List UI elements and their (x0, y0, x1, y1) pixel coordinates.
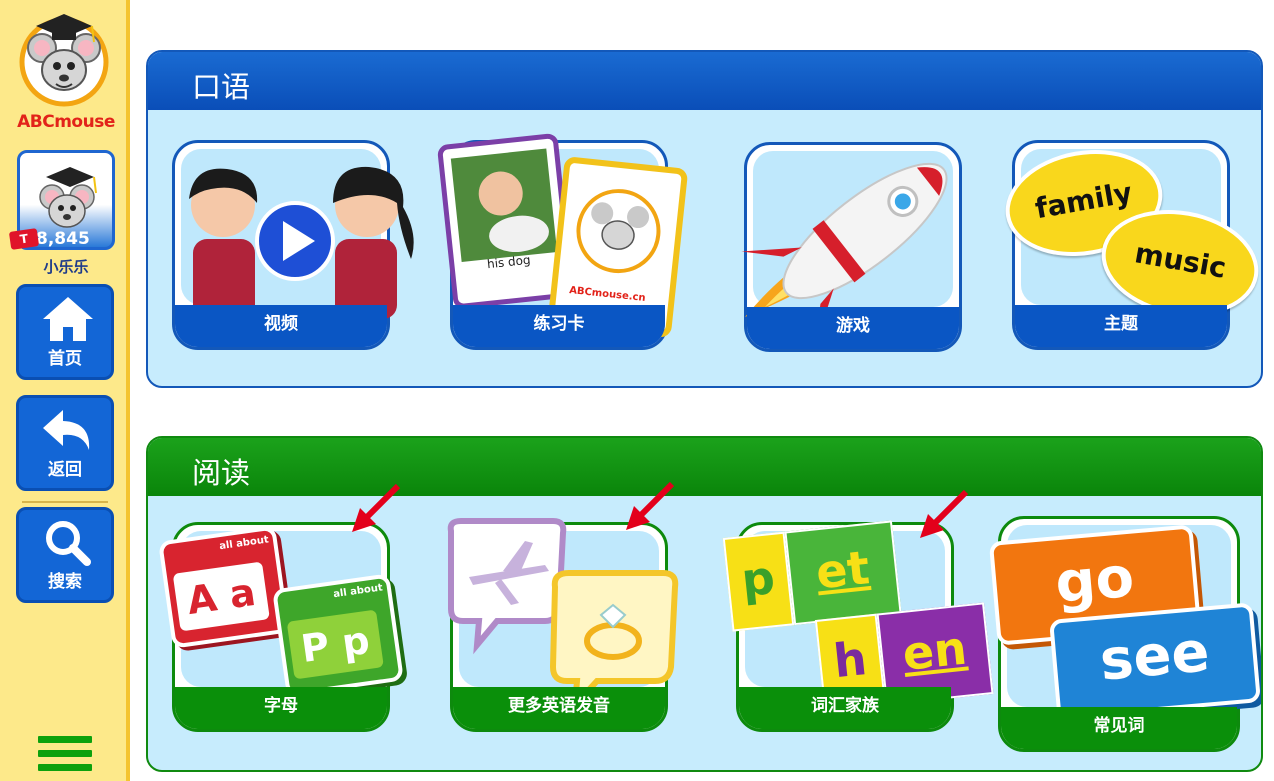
search-label: 搜索 (48, 572, 82, 592)
back-button[interactable]: 返回 (16, 395, 114, 491)
tile-phonics[interactable]: 更多英语发音 (447, 518, 679, 732)
tile-word-families-art: p et h en (722, 520, 994, 712)
tile-themes[interactable]: family music 主题 (997, 138, 1261, 350)
tile-phonics-art (447, 518, 679, 714)
brand-wordmark: ABCmouse (17, 112, 115, 132)
red-pointer-arrow (920, 489, 969, 538)
speaking-section: 口语 视频 his dog ABCmouse.cn 练习卡 游戏 family … (146, 50, 1263, 388)
tile-word-families[interactable]: p et h en 词汇家族 (722, 520, 994, 732)
red-pointer-arrow (352, 483, 401, 532)
block-green: P p all about (272, 573, 404, 697)
tile-word-families-label: 词汇家族 (739, 687, 951, 729)
tile-video[interactable]: 视频 (172, 140, 414, 350)
letters-green: P p (286, 609, 384, 680)
tile-flashcards-label: 练习卡 (453, 305, 665, 347)
block-caption-green: all about (332, 582, 384, 601)
tile-themes-label: 主题 (1015, 305, 1227, 347)
block-caption-red: all about (218, 534, 270, 553)
points-value: 8,845 (36, 229, 90, 249)
username: 小乐乐 (43, 258, 89, 276)
tile-themes-art: family music (997, 138, 1261, 328)
search-icon (46, 521, 91, 566)
mouse-mascot-logo[interactable] (14, 8, 114, 108)
word-card-see: see (1049, 602, 1261, 720)
kids-video-illustration (189, 166, 414, 319)
word-block-pet: p et (722, 520, 902, 632)
letter-p: p (722, 531, 795, 632)
speaking-title: 口语 (192, 70, 251, 104)
block-red: A a all about (158, 525, 290, 649)
sidebar-divider (22, 501, 108, 503)
tile-video-art (181, 149, 414, 319)
letters-red: A a (172, 561, 270, 632)
tile-letters-label: 字母 (175, 687, 387, 729)
tile-video-label: 视频 (175, 305, 387, 347)
phonics-illustration (447, 518, 679, 714)
back-arrow-icon (43, 410, 90, 450)
home-button[interactable]: 首页 (16, 284, 114, 380)
speaking-header: 口语 (148, 52, 1261, 110)
rime-et: et (784, 520, 902, 626)
tile-letters[interactable]: A a all about P p all about 字母 (158, 522, 404, 732)
rocket-icon (741, 162, 948, 347)
reading-header: 阅读 (148, 438, 1261, 496)
back-label: 返回 (48, 460, 82, 480)
sidebar: ABCmouse T 8,845 小乐乐 首页 返回 搜索 (0, 0, 130, 781)
tile-sight-words[interactable]: go see 常见词 (988, 516, 1261, 752)
tile-flashcards[interactable]: his dog ABCmouse.cn 练习卡 (437, 133, 688, 350)
home-label: 首页 (48, 349, 82, 369)
tile-games-label: 游戏 (747, 307, 959, 349)
ticket-icon: T (8, 228, 40, 250)
menu-icon[interactable] (38, 736, 92, 780)
tile-letters-art: A a all about P p all about (158, 525, 404, 697)
home-icon (43, 297, 93, 341)
tile-sight-words-label: 常见词 (1001, 707, 1237, 749)
tile-games-art (741, 151, 953, 347)
reading-title: 阅读 (192, 456, 251, 490)
tile-phonics-label: 更多英语发音 (453, 687, 665, 729)
reading-section: 阅读 A a all about P p all about 字母 更多英语发音… (146, 436, 1263, 772)
red-pointer-arrow (626, 481, 675, 530)
points-counter: T 8,845 (8, 228, 90, 250)
tile-flashcards-art: his dog ABCmouse.cn (437, 133, 688, 338)
tile-games[interactable]: 游戏 (741, 142, 962, 352)
tile-sight-words-art: go see (988, 524, 1261, 720)
search-button[interactable]: 搜索 (16, 507, 114, 603)
